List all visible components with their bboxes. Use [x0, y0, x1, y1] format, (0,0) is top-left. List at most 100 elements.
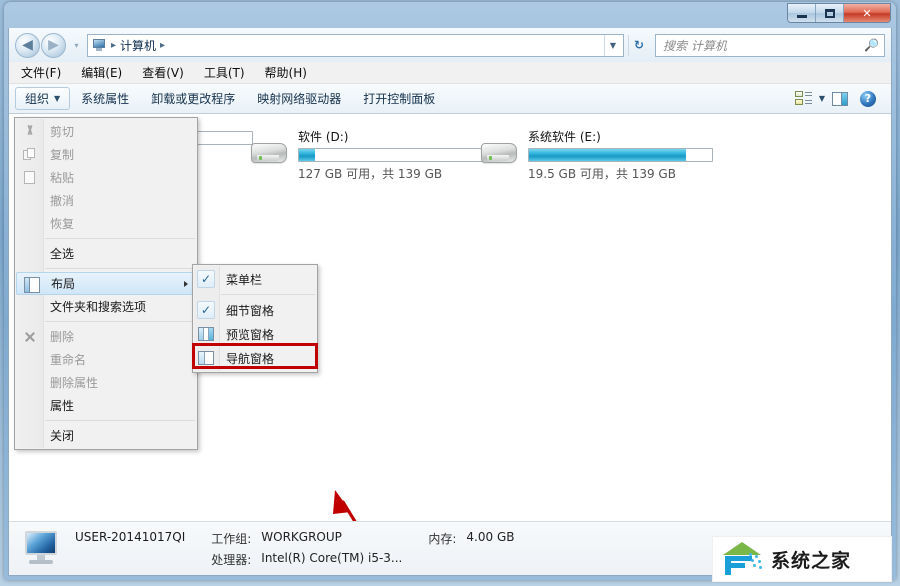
drive-name: 软件 (D:) — [298, 130, 349, 144]
computer-large-icon — [19, 529, 65, 569]
details-columns: USER-20141017QI 工作组: WORKGROUP 处理器: Inte… — [75, 530, 515, 568]
navigation-pane-icon — [198, 351, 214, 365]
checkmark-icon: ✓ — [197, 270, 215, 288]
menu-item-cut[interactable]: 剪切 — [15, 120, 197, 143]
close-button[interactable]: ✕ — [844, 4, 890, 22]
submenu-item-label: 菜单栏 — [226, 272, 263, 287]
menu-item-copy[interactable]: 复制 — [15, 143, 197, 166]
menu-item-label: 复制 — [50, 148, 75, 162]
submenu-item-label: 细节窗格 — [226, 303, 275, 318]
view-chevron-down-icon[interactable]: ▼ — [819, 94, 825, 103]
menu-item-paste[interactable]: 粘贴 — [15, 166, 197, 189]
show-preview-pane-button[interactable] — [827, 87, 853, 110]
breadcrumb-separator-icon: ▸ — [111, 39, 117, 51]
menu-item-redo[interactable]: 恢复 — [15, 212, 197, 235]
watermark-text: 系统之家 — [771, 549, 852, 572]
preview-pane-icon — [832, 91, 848, 106]
menu-view[interactable]: 查看(V) — [140, 63, 186, 82]
drive-item-d[interactable]: 软件 (D:) 127 GB 可用，共 139 GB — [249, 128, 483, 182]
workgroup-value: WORKGROUP — [261, 529, 342, 544]
chevron-down-icon: ▼ — [54, 94, 61, 103]
layout-submenu[interactable]: ✓ 菜单栏 ✓ 细节窗格 预览窗格 导航窗格 — [192, 264, 318, 373]
organize-button[interactable]: 组织 ▼ — [15, 87, 71, 110]
back-button[interactable]: ◀ — [15, 32, 40, 58]
copy-icon — [22, 147, 38, 163]
menu-item-remove-properties[interactable]: 删除属性 — [15, 371, 197, 394]
menu-item-label: 重命名 — [50, 353, 87, 367]
breadcrumb-computer[interactable]: 计算机 — [118, 37, 158, 54]
memory-label: 内存: — [428, 531, 457, 546]
open-control-panel-button[interactable]: 打开控制面板 — [352, 87, 446, 110]
drive-free-text: 19.5 GB 可用，共 139 GB — [528, 167, 676, 181]
menu-item-label: 删除 — [50, 330, 75, 344]
menu-file[interactable]: 文件(F) — [19, 63, 63, 82]
submenu-item-details-pane[interactable]: ✓ 细节窗格 — [193, 298, 317, 322]
menu-item-label: 属性 — [50, 399, 75, 413]
menu-separator — [45, 268, 195, 269]
submenu-item-preview-pane[interactable]: 预览窗格 — [193, 322, 317, 346]
search-placeholder: 搜索 计算机 — [663, 38, 727, 53]
processor-value: Intel(R) Core(TM) i5-3... — [261, 550, 403, 565]
help-button[interactable]: ? — [855, 87, 881, 110]
change-view-button[interactable] — [791, 87, 817, 110]
map-network-drive-button[interactable]: 映射网络驱动器 — [246, 87, 352, 110]
menu-separator — [45, 420, 195, 421]
menu-item-rename[interactable]: 重命名 — [15, 348, 197, 371]
menu-item-layout[interactable]: 布局 — [16, 272, 196, 295]
workgroup-label: 工作组: — [211, 531, 252, 546]
refresh-icon[interactable]: ↻ — [628, 34, 649, 56]
menu-item-label: 文件夹和搜索选项 — [50, 300, 147, 314]
menu-item-label: 删除属性 — [50, 376, 99, 390]
drive-name: 系统软件 (E:) — [528, 130, 601, 144]
forward-button[interactable]: ▶ — [41, 32, 66, 58]
breadcrumb-separator-icon-2[interactable]: ▸ — [158, 40, 167, 51]
submenu-item-label: 导航窗格 — [226, 351, 275, 366]
submenu-separator — [221, 294, 315, 295]
menu-item-label: 关闭 — [50, 429, 75, 443]
uninstall-change-program-button[interactable]: 卸载或更改程序 — [140, 87, 246, 110]
menu-item-label: 剪切 — [50, 125, 75, 139]
menu-item-label: 恢复 — [50, 217, 75, 231]
drive-item-e[interactable]: 系统软件 (E:) 19.5 GB 可用，共 139 GB — [479, 128, 713, 182]
drive-free-text: 127 GB 可用，共 139 GB — [298, 167, 443, 181]
menu-item-select-all[interactable]: 全选 — [15, 242, 197, 265]
menu-item-undo[interactable]: 撤消 — [15, 189, 197, 212]
recent-pages-caret-icon[interactable]: ▾ — [70, 41, 83, 50]
watermark-logo: 系统之家 — [712, 536, 892, 582]
paste-icon — [22, 170, 38, 186]
house-logo-icon — [719, 541, 765, 577]
menu-item-folder-search-options[interactable]: 文件夹和搜索选项 — [15, 295, 197, 318]
menu-edit[interactable]: 编辑(E) — [79, 63, 124, 82]
navigation-buttons: ◀ ▶ — [15, 32, 66, 58]
menu-item-delete[interactable]: 删除 — [15, 325, 197, 348]
search-icon[interactable]: 🔍 — [864, 38, 879, 52]
address-dropdown-caret-icon[interactable]: ▼ — [604, 34, 621, 56]
search-box[interactable]: 搜索 计算机 🔍 — [655, 33, 885, 57]
submenu-item-navigation-pane[interactable]: 导航窗格 — [193, 346, 317, 370]
hard-drive-icon — [479, 139, 521, 169]
organize-context-menu[interactable]: 剪切 复制 粘贴 撤消 恢复 全选 布局 文件夹和搜索选项 删除 重命名 删除属… — [14, 117, 198, 450]
maximize-button[interactable] — [816, 4, 844, 22]
computer-name: USER-20141017QI — [75, 529, 186, 544]
submenu-item-menu-bar[interactable]: ✓ 菜单栏 — [193, 267, 317, 291]
menu-item-properties[interactable]: 属性 — [15, 394, 197, 417]
menu-help[interactable]: 帮助(H) — [263, 63, 309, 82]
menu-item-close[interactable]: 关闭 — [15, 424, 197, 447]
minimize-button[interactable] — [788, 4, 816, 22]
address-bar[interactable]: ▸ 计算机 ▸ ▼ — [87, 33, 624, 57]
menu-tools[interactable]: 工具(T) — [202, 63, 247, 82]
menu-item-label: 撤消 — [50, 194, 75, 208]
window-titlebar[interactable]: ✕ — [4, 2, 896, 28]
address-bar-row: ◀ ▶ ▾ ▸ 计算机 ▸ ▼ ↻ 搜索 计算机 🔍 — [9, 28, 891, 62]
menu-bar: 文件(F) 编辑(E) 查看(V) 工具(T) 帮助(H) — [9, 62, 891, 84]
menu-separator — [45, 238, 195, 239]
annotation-arrow-icon — [333, 490, 357, 521]
delete-icon — [22, 329, 38, 345]
menu-separator — [45, 321, 195, 322]
menu-item-label: 全选 — [50, 247, 75, 261]
window-controls: ✕ — [787, 3, 891, 23]
toolbar-right-group: ▼ ? — [791, 87, 885, 110]
system-properties-button[interactable]: 系统属性 — [70, 87, 140, 110]
checkmark-icon: ✓ — [197, 301, 215, 319]
memory-value: 4.00 GB — [466, 529, 515, 544]
